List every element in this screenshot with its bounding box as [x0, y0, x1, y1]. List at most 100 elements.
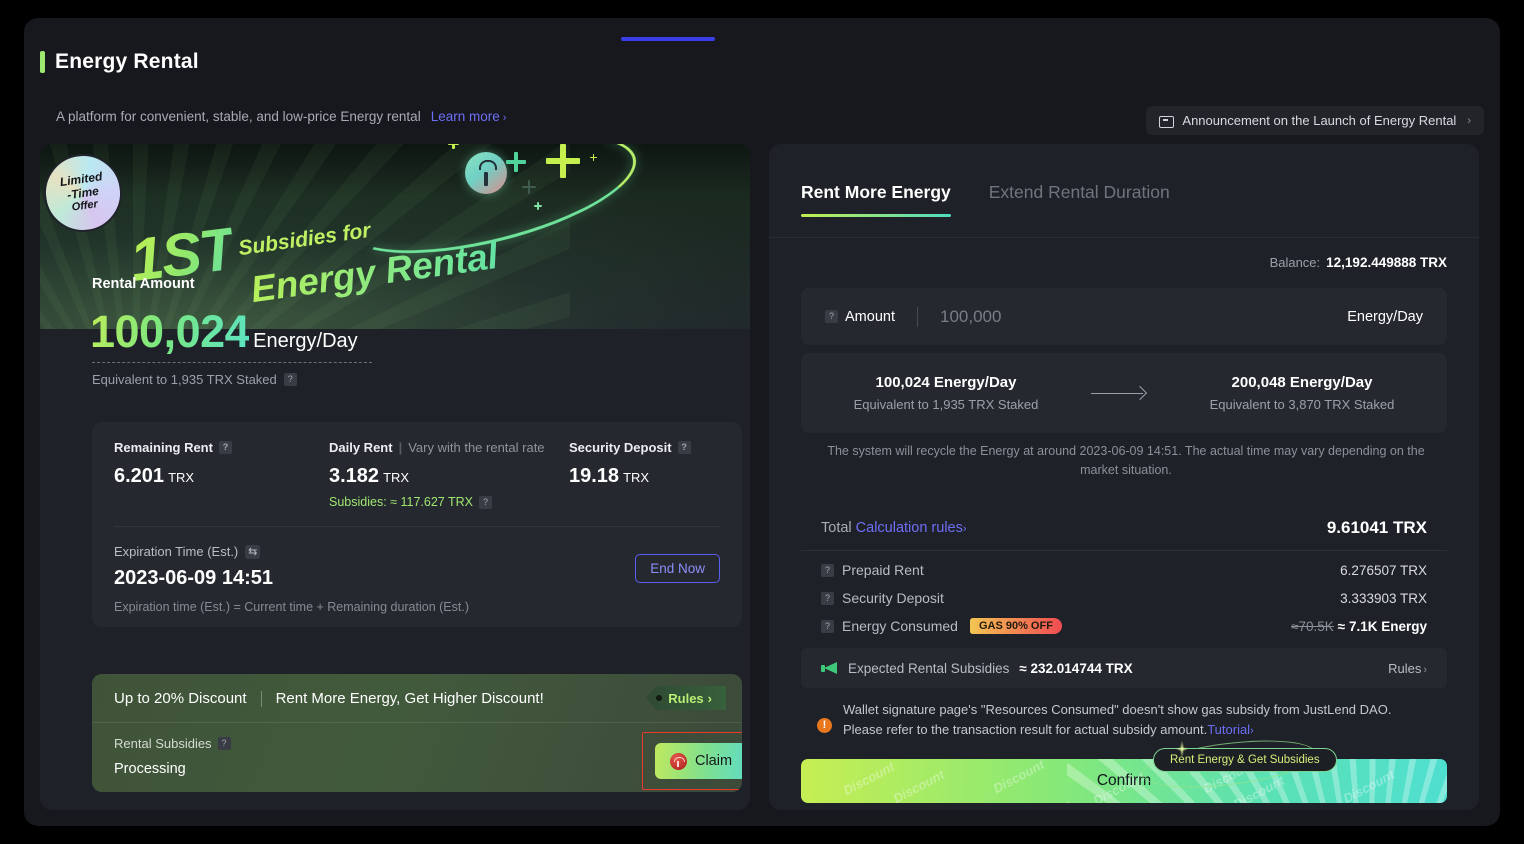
- help-icon[interactable]: ?: [821, 619, 834, 633]
- expected-subsidies-value: ≈ 232.014744 TRX: [1019, 660, 1133, 676]
- fee-original-value: ≈70.5K: [1291, 618, 1334, 634]
- fee-label: Energy Consumed: [842, 618, 958, 634]
- discount-text: Rent More Energy, Get Higher Discount!: [275, 690, 544, 707]
- watermark-text: Discount: [990, 759, 1047, 797]
- swap-icon[interactable]: ⇆: [245, 544, 261, 559]
- fee-value: 6.276507 TRX: [1340, 562, 1427, 578]
- chevron-right-icon: ›: [502, 112, 507, 124]
- conversion-preview: 100,024 Energy/Day Equivalent to 1,935 T…: [801, 353, 1447, 433]
- conversion-from-equivalent: Equivalent to 1,935 TRX Staked: [853, 397, 1039, 412]
- divider: [114, 526, 720, 527]
- stat-unit: TRX: [623, 470, 650, 485]
- tab-rent-more-energy[interactable]: Rent More Energy: [801, 182, 951, 217]
- badge-line-3: Offer: [71, 198, 99, 214]
- discount-title: Up to 20% Discount: [114, 690, 247, 707]
- claim-button[interactable]: Claim: [655, 743, 742, 779]
- amount-input[interactable]: [939, 306, 1348, 327]
- stat-remaining-rent: Remaining Rent ? 6.201 TRX: [114, 440, 329, 509]
- rental-stats-box: Remaining Rent ? 6.201 TRX Daily Rent | V…: [92, 422, 742, 627]
- fee-row-security-deposit: ? Security Deposit 3.333903 TRX: [821, 590, 1427, 606]
- rental-subsidies-label: Rental Subsidies: [114, 736, 212, 751]
- help-icon[interactable]: ?: [677, 441, 691, 454]
- warning-text: Wallet signature page's "Resources Consu…: [843, 702, 1392, 738]
- rental-amount-label: Rental Amount: [92, 276, 195, 292]
- expected-subsidies-group: Expected Rental Subsidies ≈ 232.014744 T…: [821, 661, 1133, 676]
- discount-panel: Up to 20% Discount Rent More Energy, Get…: [92, 674, 742, 792]
- fee-row-energy-consumed: ? Energy Consumed GAS 90% OFF ≈70.5K ≈ 7.…: [821, 618, 1427, 634]
- rental-amount-row: 100,024 Energy/Day: [90, 306, 358, 358]
- fee-label: Prepaid Rent: [842, 562, 924, 578]
- confirm-area: Discount Discount Discount Discount Disc…: [801, 732, 1447, 803]
- total-label-group: Total Calculation rules›: [821, 520, 967, 536]
- conversion-to-value: 200,048 Energy/Day: [1231, 374, 1373, 391]
- help-icon[interactable]: ?: [825, 310, 838, 323]
- tutorial-link[interactable]: Tutorial: [1207, 722, 1250, 737]
- fee-value-group: ≈70.5K ≈ 7.1K Energy: [1291, 619, 1427, 634]
- subsidies-rules-link[interactable]: Rules ›: [1388, 661, 1427, 676]
- rules-label: Rules: [668, 690, 704, 706]
- tab-extend-rental-duration[interactable]: Extend Rental Duration: [989, 182, 1170, 217]
- promo-banner: 1ST Subsidies for Energy Rental Limited …: [40, 144, 750, 329]
- fee-label: Security Deposit: [842, 590, 944, 606]
- announcement-button[interactable]: Announcement on the Launch of Energy Ren…: [1146, 106, 1484, 135]
- learn-more-label: Learn more: [430, 109, 500, 124]
- rental-stats-grid: Remaining Rent ? 6.201 TRX Daily Rent | V…: [114, 440, 720, 509]
- subtitle-row: A platform for convenient, stable, and l…: [56, 109, 506, 124]
- discount-header: Up to 20% Discount Rent More Energy, Get…: [114, 686, 726, 710]
- separator: [916, 306, 918, 327]
- confirm-button[interactable]: Discount Discount Discount Discount Disc…: [801, 759, 1447, 803]
- plus-icon: [522, 180, 536, 194]
- fee-label-group: ? Energy Consumed GAS 90% OFF: [821, 618, 1062, 634]
- trx-coin-icon: [465, 152, 507, 194]
- tab-bar: Rent More Energy Extend Rental Duration: [801, 182, 1170, 217]
- chevron-right-icon: ›: [962, 523, 967, 535]
- separator: |: [398, 440, 403, 455]
- expiration-label: Expiration Time (Est.): [114, 544, 239, 559]
- plus-icon: [448, 144, 459, 149]
- stat-value: 6.201: [114, 465, 165, 487]
- stat-subsidies-text: Subsidies: ≈ 117.627 TRX: [329, 495, 473, 509]
- stat-label: Remaining Rent: [114, 440, 213, 455]
- stat-header: Security Deposit ?: [569, 440, 749, 455]
- help-icon[interactable]: ?: [218, 441, 232, 454]
- total-row: Total Calculation rules› 9.61041 TRX: [801, 506, 1447, 550]
- divider: [801, 550, 1447, 551]
- rental-subsidies-label-row: Rental Subsidies ?: [114, 736, 231, 751]
- megaphone-icon: [821, 661, 838, 675]
- end-now-button[interactable]: End Now: [635, 554, 720, 583]
- help-icon[interactable]: ?: [217, 737, 231, 750]
- recycle-note: The system will recycle the Energy at ar…: [827, 444, 1425, 478]
- stat-value-row: 6.201 TRX: [114, 465, 329, 488]
- stat-security-deposit: Security Deposit ? 19.18 TRX: [569, 440, 749, 509]
- top-indicator-bar: [621, 37, 715, 41]
- stat-value: 3.182: [329, 465, 380, 487]
- conversion-from: 100,024 Energy/Day Equivalent to 1,935 T…: [801, 374, 1091, 412]
- plus-icon: [534, 202, 542, 210]
- fee-value: 3.333903 TRX: [1340, 590, 1427, 606]
- confirm-label: Confirm: [1096, 772, 1152, 789]
- claim-highlight-box: Claim: [642, 732, 742, 790]
- stat-subsidies-row: Subsidies: ≈ 117.627 TRX ?: [329, 495, 569, 509]
- learn-more-link[interactable]: Learn more ›: [431, 109, 507, 124]
- rental-overview-card: 1ST Subsidies for Energy Rental Limited …: [40, 144, 750, 810]
- help-icon[interactable]: ?: [478, 495, 492, 509]
- divider: [769, 237, 1479, 238]
- chevron-right-icon: ›: [1250, 725, 1254, 738]
- discount-rules-button[interactable]: Rules ›: [646, 686, 726, 710]
- rent-panel: Rent More Energy Extend Rental Duration …: [769, 144, 1479, 810]
- amount-label: Amount: [845, 308, 895, 325]
- stat-header: Remaining Rent ?: [114, 440, 329, 455]
- help-icon[interactable]: ?: [821, 563, 834, 577]
- calculation-rules-link[interactable]: Calculation rules: [856, 520, 963, 536]
- fee-label-group: ? Security Deposit: [821, 590, 944, 606]
- help-icon[interactable]: ?: [821, 591, 834, 605]
- chevron-right-icon: ›: [707, 690, 712, 706]
- gas-discount-badge: GAS 90% OFF: [969, 618, 1062, 634]
- expected-subsidies-bar: Expected Rental Subsidies ≈ 232.014744 T…: [801, 648, 1447, 688]
- sparkle-icon: [1173, 737, 1191, 761]
- balance-label: Balance:: [1269, 255, 1321, 270]
- chevron-right-icon: ›: [1423, 663, 1427, 676]
- stat-unit: TRX: [383, 470, 410, 485]
- help-icon[interactable]: ?: [283, 373, 297, 386]
- chevron-right-icon: ›: [1467, 114, 1471, 127]
